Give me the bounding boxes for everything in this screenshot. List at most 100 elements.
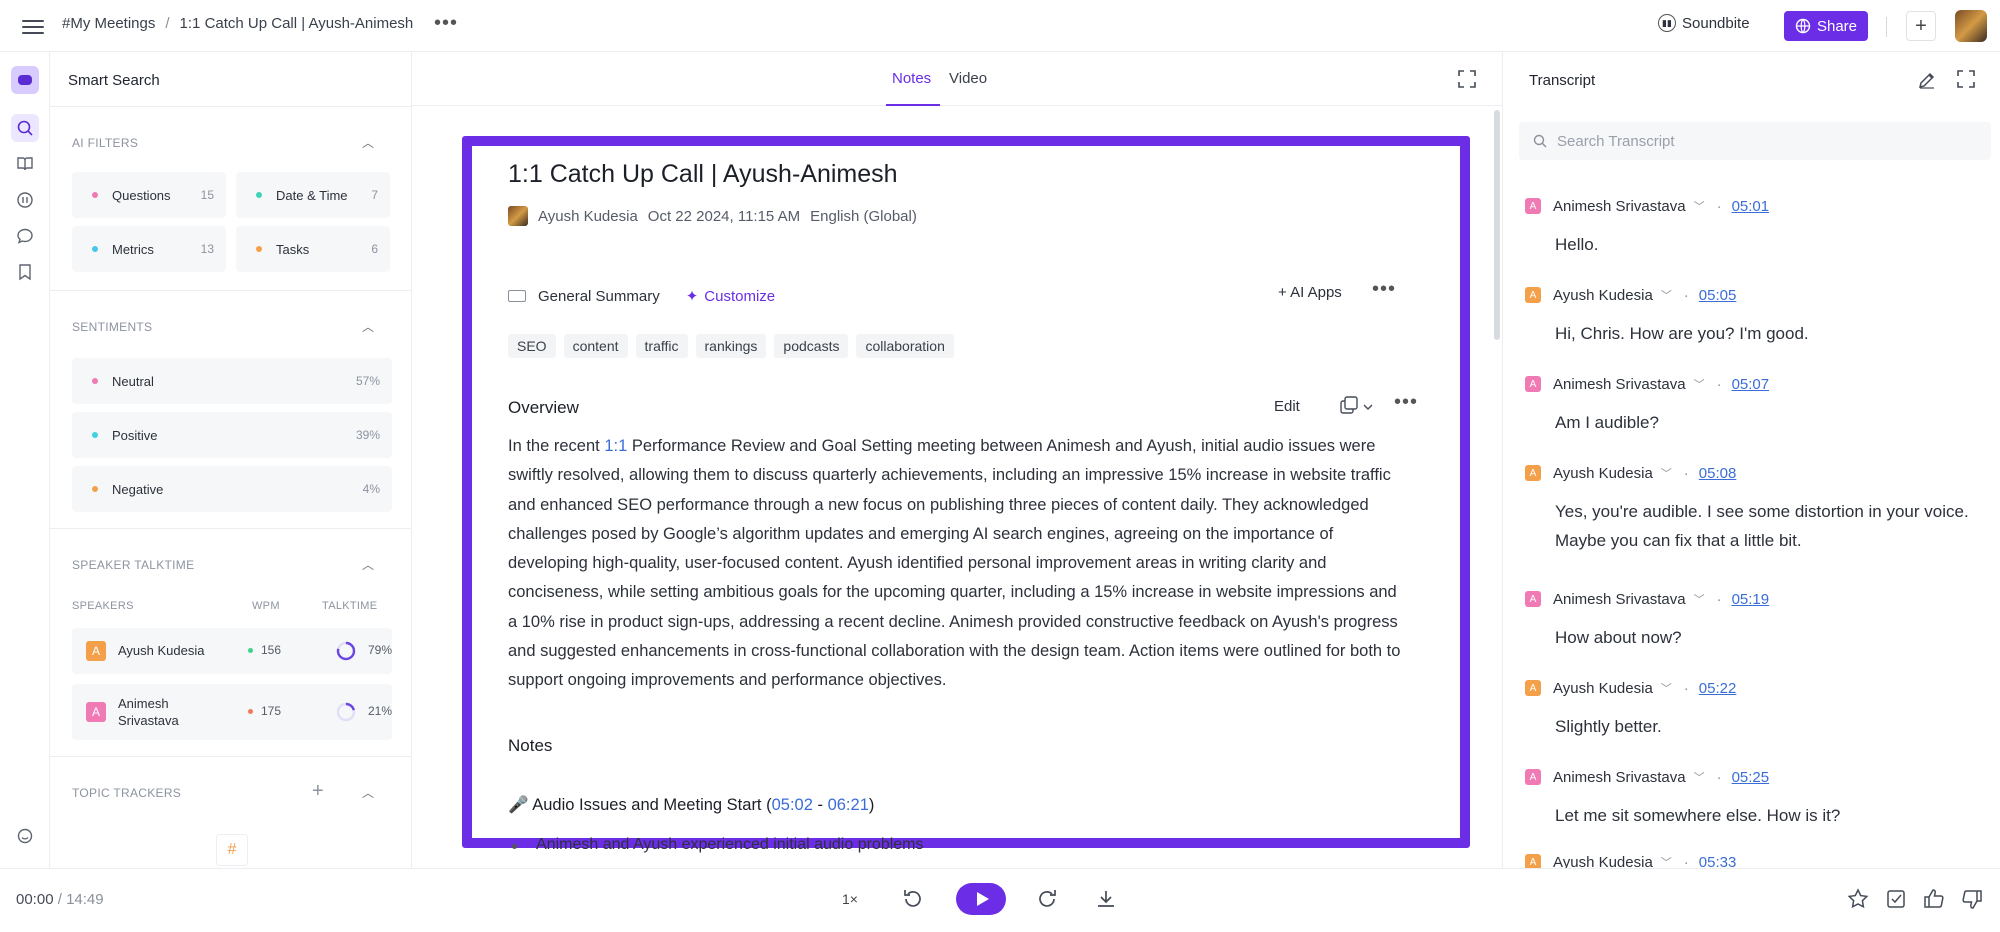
- speaker-name[interactable]: Ayush Kudesia: [1553, 287, 1653, 304]
- filter-tasks[interactable]: Tasks 6: [236, 226, 390, 272]
- chevron-up-icon[interactable]: ︿: [362, 134, 374, 151]
- overview-link[interactable]: 1:1: [604, 437, 627, 455]
- chevron-up-icon[interactable]: ︿: [362, 784, 374, 801]
- more-options-icon[interactable]: •••: [1394, 391, 1418, 414]
- transcript-entry: A Ayush Kudesia ﹀ · 05:22 Slightly better.: [1525, 678, 1985, 741]
- edit-button[interactable]: Edit: [1274, 398, 1300, 415]
- chevron-down-icon[interactable]: ﹀: [1694, 376, 1705, 392]
- fullscreen-icon[interactable]: [1458, 70, 1476, 88]
- download-icon[interactable]: [1094, 887, 1118, 911]
- fullscreen-icon[interactable]: [1957, 70, 1975, 88]
- speaker-name[interactable]: Animesh Srivastava: [1553, 198, 1686, 215]
- star-icon[interactable]: [1846, 887, 1870, 911]
- timestamp-link[interactable]: 05:07: [1732, 376, 1770, 393]
- chevron-down-icon[interactable]: ﹀: [1694, 769, 1705, 785]
- tag[interactable]: collaboration: [856, 334, 954, 358]
- search-transcript-input[interactable]: [1557, 132, 1977, 150]
- checkbox-icon[interactable]: [1884, 887, 1908, 911]
- speaker-row[interactable]: A Animesh Srivastava 175 21%: [72, 684, 392, 740]
- thumbs-up-icon[interactable]: [1922, 887, 1946, 911]
- ai-apps-button[interactable]: + AI Apps: [1278, 284, 1342, 301]
- copy-icon[interactable]: [1340, 396, 1376, 418]
- play-button[interactable]: [956, 883, 1006, 915]
- customize-button[interactable]: Customize: [704, 288, 775, 305]
- hash-icon[interactable]: #: [216, 834, 248, 866]
- tag[interactable]: content: [563, 334, 628, 358]
- speaker-name[interactable]: Ayush Kudesia: [1553, 680, 1653, 697]
- speaker-name[interactable]: Ayush Kudesia: [1553, 465, 1653, 482]
- ai-filters-heading: AI FILTERS: [72, 136, 139, 150]
- edit-pen-icon[interactable]: [1917, 70, 1937, 90]
- sentiment-negative[interactable]: Negative 4%: [72, 466, 392, 512]
- smiley-icon[interactable]: [11, 822, 39, 850]
- chevron-up-icon[interactable]: ︿: [362, 556, 374, 573]
- chevron-down-icon[interactable]: ﹀: [1694, 591, 1705, 607]
- soundbite-button[interactable]: ▮▮ Soundbite: [1658, 14, 1750, 32]
- chevron-down-icon[interactable]: ﹀: [1661, 680, 1672, 696]
- dot-separator: ·: [1716, 197, 1722, 215]
- share-button[interactable]: Share: [1784, 11, 1868, 41]
- speaker-name[interactable]: Ayush Kudesia: [1553, 854, 1653, 869]
- scrollbar[interactable]: [1494, 110, 1500, 340]
- tag[interactable]: podcasts: [774, 334, 849, 358]
- transcript-entry: A Animesh Srivastava ﹀ · 05:25 Let me sit som…: [1525, 767, 1985, 830]
- sentiment-neutral[interactable]: Neutral 57%: [72, 358, 392, 404]
- notes-heading: Notes: [508, 736, 553, 755]
- timestamp-link[interactable]: 05:22: [1699, 680, 1737, 697]
- general-summary-dropdown[interactable]: General Summary: [538, 288, 660, 305]
- chevron-down-icon[interactable]: ﹀: [1661, 287, 1672, 303]
- timestamp-link[interactable]: 06:21: [828, 796, 869, 814]
- sentiment-pct: 57%: [355, 374, 380, 388]
- more-options-icon[interactable]: •••: [1372, 278, 1396, 301]
- timestamp-link[interactable]: 05:25: [1732, 769, 1770, 786]
- filter-metrics[interactable]: Metrics 13: [72, 226, 226, 272]
- thumbs-down-icon[interactable]: [1960, 887, 1984, 911]
- chevron-down-icon[interactable]: ﹀: [1661, 465, 1672, 481]
- tag[interactable]: traffic: [635, 334, 688, 358]
- transcript-entry: A Ayush Kudesia ﹀ · 05:08 Yes, you're audible…: [1525, 463, 1985, 555]
- chevron-up-icon[interactable]: ︿: [362, 318, 374, 335]
- tab-notes[interactable]: Notes: [892, 70, 931, 87]
- user-avatar[interactable]: [1955, 10, 1987, 42]
- breadcrumb-separator: /: [165, 15, 170, 32]
- chevron-down-icon[interactable]: ﹀: [1694, 198, 1705, 214]
- chat-icon[interactable]: [11, 222, 39, 250]
- chevron-down-icon[interactable]: ﹀: [1661, 854, 1672, 868]
- breadcrumb-my-meetings[interactable]: #My Meetings: [62, 15, 155, 32]
- tab-video[interactable]: Video: [949, 70, 987, 87]
- timestamp-link[interactable]: 05:19: [1732, 591, 1770, 608]
- search-icon[interactable]: [11, 114, 39, 142]
- add-topic-icon[interactable]: +: [312, 780, 324, 803]
- tag[interactable]: SEO: [508, 334, 556, 358]
- entry-header: A Animesh Srivastava ﹀ · 05:07: [1525, 374, 1985, 394]
- speaker-name[interactable]: Animesh Srivastava: [1553, 591, 1686, 608]
- timestamp-link[interactable]: 05:01: [1732, 198, 1770, 215]
- rewind-icon[interactable]: [900, 887, 924, 911]
- bot-logo-icon[interactable]: [11, 66, 39, 94]
- speaker-name[interactable]: Animesh Srivastava: [1553, 376, 1686, 393]
- timestamp-link[interactable]: 05:33: [1699, 854, 1737, 869]
- more-options-icon[interactable]: •••: [434, 12, 458, 35]
- filter-questions[interactable]: Questions 15: [72, 172, 226, 218]
- playback-speed-button[interactable]: 1×: [842, 891, 858, 907]
- sentiment-positive[interactable]: Positive 39%: [72, 412, 392, 458]
- speaker-name[interactable]: Animesh Srivastava: [1553, 769, 1686, 786]
- filter-label: Tasks: [276, 241, 310, 257]
- timestamp-link[interactable]: 05:08: [1699, 465, 1737, 482]
- forward-icon[interactable]: [1036, 887, 1060, 911]
- tag[interactable]: rankings: [695, 334, 767, 358]
- menu-icon[interactable]: [22, 16, 44, 36]
- bookmark-icon[interactable]: [11, 258, 39, 286]
- book-icon[interactable]: [11, 150, 39, 178]
- add-button[interactable]: +: [1906, 11, 1936, 41]
- speaker-row[interactable]: A Ayush Kudesia 156 79%: [72, 628, 392, 674]
- timestamp-link[interactable]: 05:05: [1699, 287, 1737, 304]
- dot-icon: [92, 486, 98, 492]
- dot-separator: ·: [1716, 375, 1722, 393]
- timestamp-link[interactable]: 05:02: [772, 796, 813, 814]
- transcript-entry: A Ayush Kudesia ﹀ · 05:05 Hi, Chris. How are …: [1525, 285, 1985, 348]
- top-bar: #My Meetings / 1:1 Catch Up Call | Ayush…: [0, 0, 2000, 52]
- breadcrumb-meeting-title[interactable]: 1:1 Catch Up Call | Ayush-Animesh: [180, 15, 414, 32]
- audio-icon[interactable]: [11, 186, 39, 214]
- filter-date-time[interactable]: Date & Time 7: [236, 172, 390, 218]
